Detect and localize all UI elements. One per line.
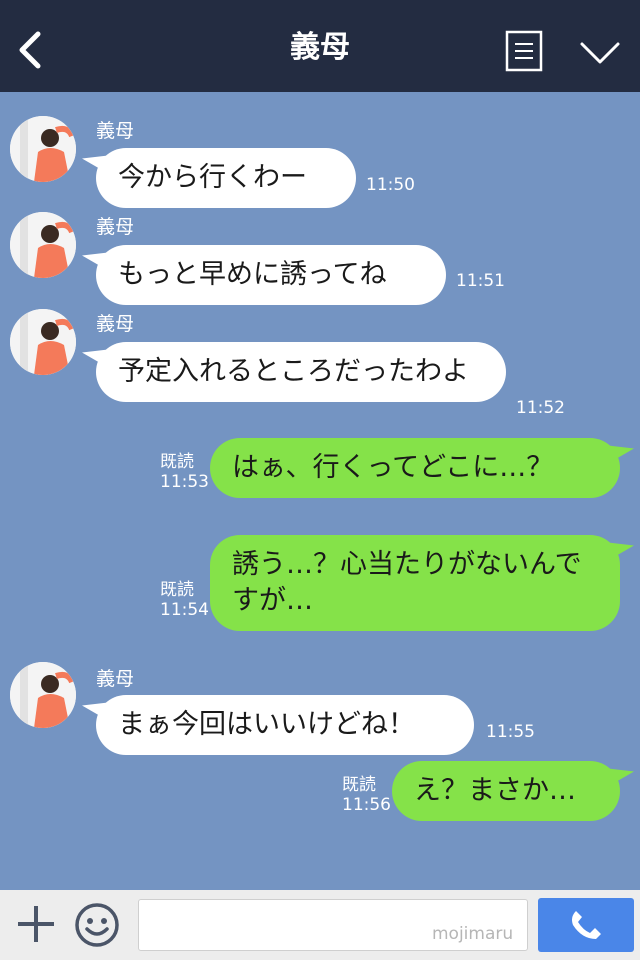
avatar-image — [10, 116, 76, 182]
message-time: 11:53 — [160, 472, 209, 492]
avatar[interactable] — [10, 116, 76, 182]
message-time: 11:50 — [366, 175, 415, 195]
sender-name: 義母 — [96, 668, 135, 690]
sender-name: 義母 — [96, 313, 135, 335]
sender-name: 義母 — [96, 120, 135, 142]
message-time: 11:51 — [456, 271, 505, 291]
message-bubble[interactable]: え？まさか… — [392, 761, 620, 821]
chat-title: 義母 — [290, 30, 350, 65]
message-bubble[interactable]: 誘う…？心当たりがないんですが… — [210, 535, 620, 631]
message-time: 11:55 — [486, 722, 535, 742]
collapse-button[interactable] — [578, 38, 622, 68]
back-button[interactable] — [14, 28, 48, 72]
message-bubble[interactable]: 今から行くわー — [96, 148, 356, 208]
message-text: もっと早めに誘ってね — [118, 259, 387, 290]
message-bubble[interactable]: まぁ今回はいいけどね！ — [96, 695, 474, 755]
watermark-text: mojimaru — [432, 924, 514, 944]
message-time: 11:54 — [160, 600, 209, 620]
read-label: 既読 — [342, 775, 376, 795]
emoji-button[interactable] — [74, 902, 120, 948]
message-text: 今から行くわー — [118, 162, 307, 193]
read-receipt: 既読 11:56 — [342, 775, 391, 815]
message-text: はぁ、行くってどこに…？ — [232, 452, 554, 483]
phone-icon — [572, 911, 601, 939]
avatar[interactable] — [10, 309, 76, 375]
call-button[interactable] — [538, 898, 634, 952]
avatar-image — [10, 662, 76, 728]
chat-header: 義母 — [0, 0, 640, 92]
chevron-left-icon — [19, 31, 41, 69]
avatar-image — [10, 309, 76, 375]
plus-icon — [18, 906, 54, 942]
read-label: 既読 — [160, 452, 194, 472]
read-receipt: 既読 11:53 — [160, 452, 209, 492]
read-receipt: 既読 11:54 — [160, 580, 209, 620]
avatar[interactable] — [10, 662, 76, 728]
message-text: え？まさか… — [414, 775, 576, 806]
message-time: 11:56 — [342, 795, 391, 815]
menu-button[interactable] — [505, 30, 543, 74]
avatar[interactable] — [10, 212, 76, 278]
avatar-image — [10, 212, 76, 278]
message-text: まぁ今回はいいけどね！ — [118, 709, 415, 740]
message-bubble[interactable]: 予定入れるところだったわよ — [96, 342, 506, 402]
list-icon — [505, 30, 543, 72]
smiley-icon — [75, 903, 119, 947]
message-text: 誘う…？心当たりがないんですが… — [232, 549, 582, 616]
message-bubble[interactable]: はぁ、行くってどこに…？ — [210, 438, 620, 498]
sender-name: 義母 — [96, 216, 135, 238]
message-text: 予定入れるところだったわよ — [118, 356, 469, 387]
read-label: 既読 — [160, 580, 194, 600]
input-bar: mojimaru — [0, 890, 640, 960]
chevron-down-icon — [580, 42, 620, 64]
add-button[interactable] — [16, 904, 56, 944]
message-list[interactable]: 義母 今から行くわー 11:50 義母 もっと早めに誘ってね 11:51 義母 … — [0, 92, 640, 890]
message-bubble[interactable]: もっと早めに誘ってね — [96, 245, 446, 305]
message-time: 11:52 — [516, 398, 565, 418]
